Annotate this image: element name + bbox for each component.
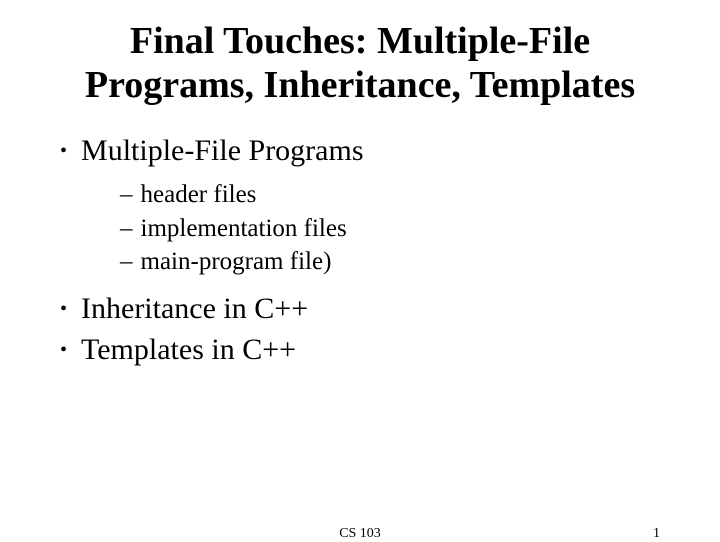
dash-icon: – [120, 212, 133, 246]
sub-bullet-text: main-program file) [141, 245, 332, 279]
sub-bullet-item: – implementation files [120, 212, 670, 246]
sub-bullet-text: implementation files [141, 212, 347, 246]
bullet-item: • Inheritance in C++ [60, 289, 670, 330]
slide-body: • Multiple-File Programs – header files … [50, 131, 670, 370]
bullet-dot-icon: • [60, 138, 67, 165]
bullet-text: Templates in C++ [81, 330, 296, 371]
bullet-dot-icon: • [60, 337, 67, 364]
bullet-dot-icon: • [60, 296, 67, 323]
dash-icon: – [120, 245, 133, 279]
sub-bullet-item: – header files [120, 178, 670, 212]
bullet-text: Inheritance in C++ [81, 289, 308, 330]
dash-icon: – [120, 178, 133, 212]
slide-title: Final Touches: Multiple-File Programs, I… [50, 20, 670, 107]
sub-list: – header files – implementation files – … [120, 178, 670, 279]
bullet-item: • Templates in C++ [60, 330, 670, 371]
sub-bullet-item: – main-program file) [120, 245, 670, 279]
sub-bullet-text: header files [141, 178, 257, 212]
bullet-text: Multiple-File Programs [81, 131, 363, 172]
bullet-item: • Multiple-File Programs [60, 131, 670, 172]
